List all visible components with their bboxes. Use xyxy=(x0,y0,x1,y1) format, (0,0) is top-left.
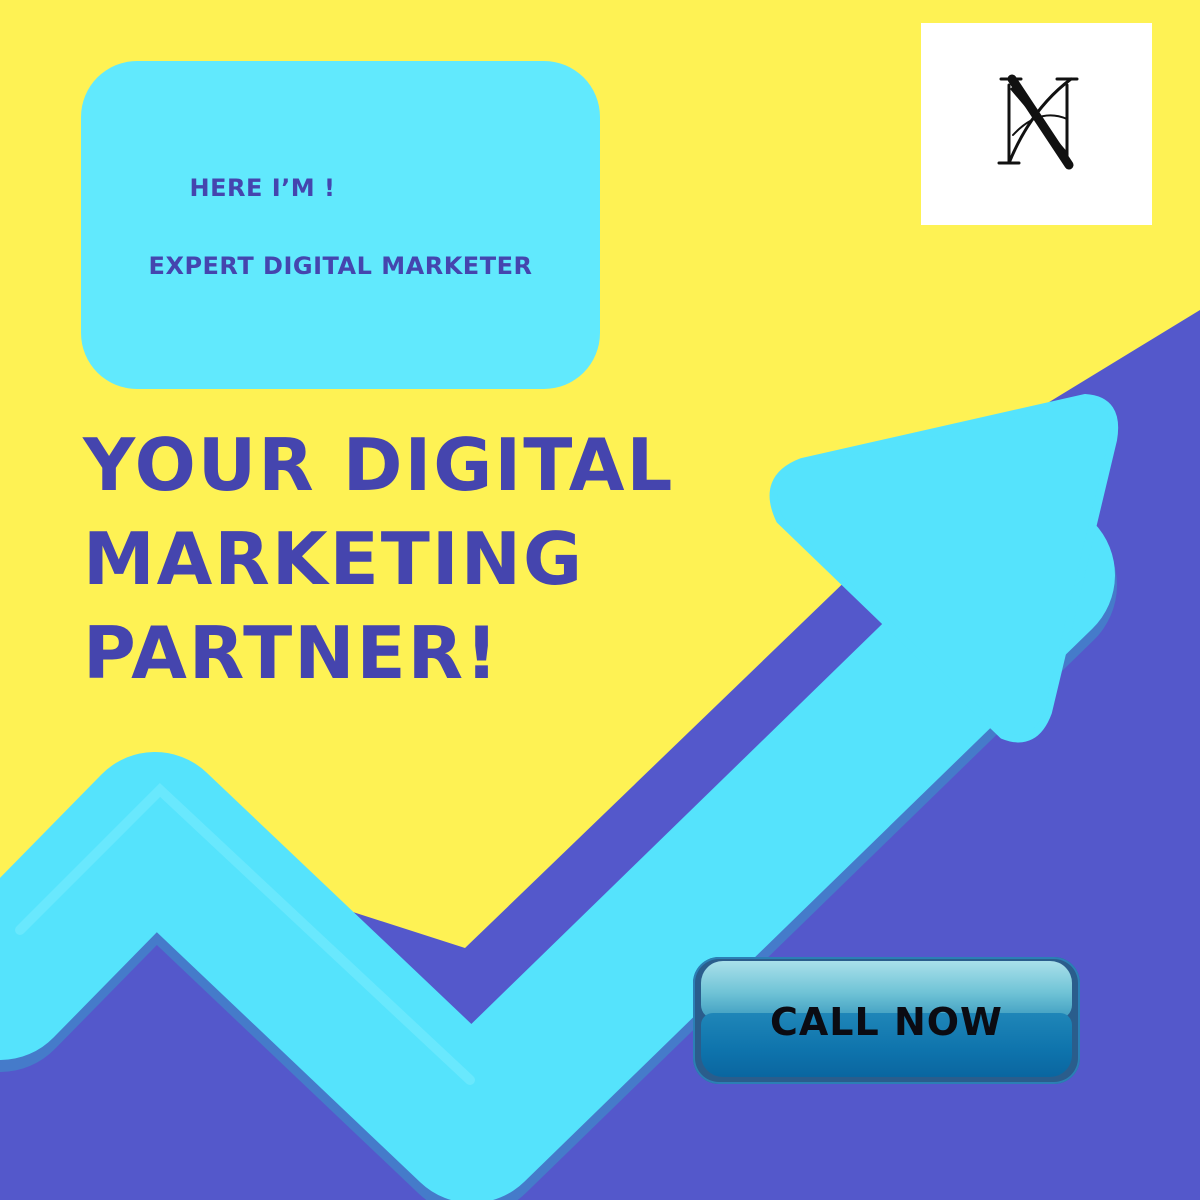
brand-logo xyxy=(921,23,1152,225)
headline-line-3: PARTNER! xyxy=(83,611,500,695)
intro-card: HERE I’M ! EXPERT DIGITAL MARKETER xyxy=(81,61,600,389)
nn-monogram-icon xyxy=(997,74,1079,170)
headline-line-2: MARKETING xyxy=(83,517,585,601)
call-now-label: CALL NOW xyxy=(770,1000,1003,1044)
intro-greeting: HERE I’M ! xyxy=(189,174,336,202)
intro-role: EXPERT DIGITAL MARKETER xyxy=(148,252,533,280)
call-now-button[interactable]: CALL NOW xyxy=(693,957,1080,1084)
headline-line-1: YOUR DIGITAL xyxy=(83,423,675,507)
headline: YOUR DIGITAL MARKETING PARTNER! xyxy=(83,418,674,700)
promo-banner: HERE I’M ! EXPERT DIGITAL MARKETER YOUR … xyxy=(0,0,1200,1200)
